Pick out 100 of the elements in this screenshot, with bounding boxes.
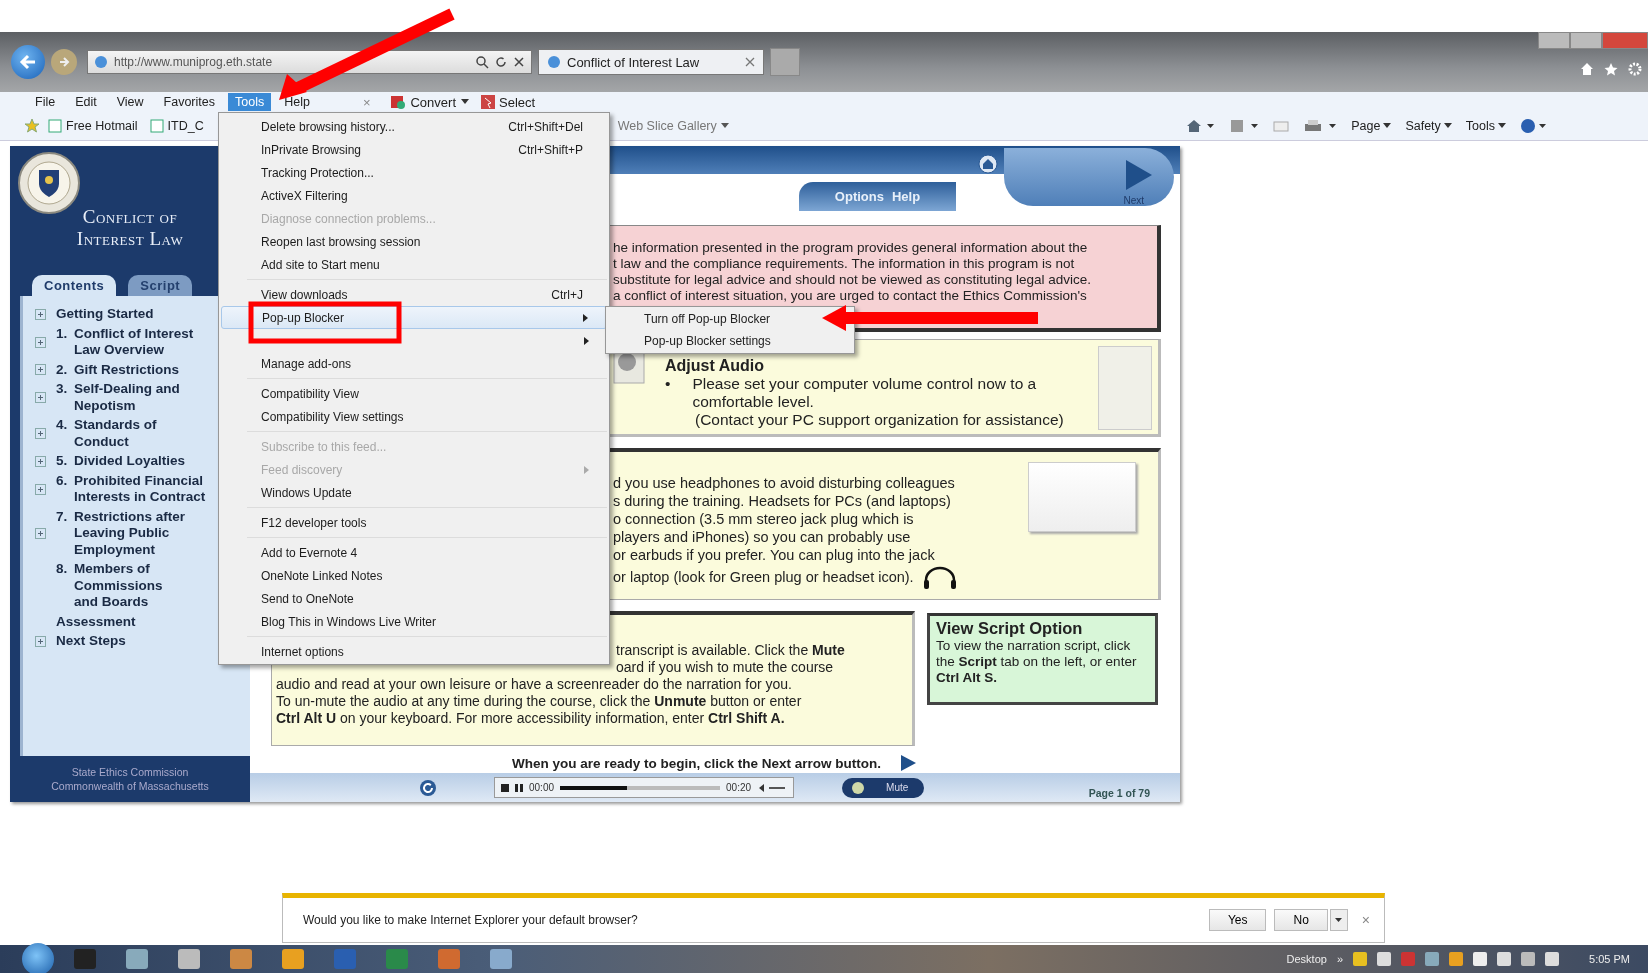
headphones-text: o connection (3.5 mm stereo jack plug which is bbox=[613, 510, 915, 528]
tray-icon[interactable] bbox=[1425, 952, 1440, 966]
close-icon[interactable] bbox=[745, 57, 755, 67]
menu-item[interactable]: Compatibility View settings bbox=[221, 405, 607, 428]
help-icon[interactable] bbox=[1520, 118, 1548, 134]
back-button[interactable] bbox=[11, 45, 45, 79]
star-icon[interactable] bbox=[1604, 62, 1618, 76]
home-icon[interactable] bbox=[978, 154, 998, 174]
expand-icon[interactable] bbox=[35, 364, 46, 376]
close-icon[interactable] bbox=[513, 56, 525, 68]
home-icon[interactable] bbox=[1185, 118, 1216, 134]
arrow-icon bbox=[19, 54, 37, 70]
forward-button[interactable] bbox=[51, 49, 77, 75]
caret-icon[interactable] bbox=[461, 99, 469, 105]
select-button[interactable]: Select bbox=[480, 94, 536, 110]
expand-icon[interactable] bbox=[35, 483, 46, 495]
expand-icon[interactable] bbox=[35, 455, 46, 467]
contents-item[interactable]: Members of Commissions and Boards bbox=[74, 561, 163, 611]
dropdown-button[interactable] bbox=[1329, 909, 1348, 931]
menu-bar-item[interactable]: Tools bbox=[228, 93, 272, 111]
tray-icon[interactable] bbox=[1353, 952, 1368, 966]
contents-item[interactable]: Next Steps bbox=[56, 633, 126, 650]
menu-bar-item[interactable]: File bbox=[28, 93, 63, 111]
volume-icon[interactable] bbox=[757, 782, 788, 793]
contents-item[interactable]: Gift Restrictions bbox=[74, 361, 179, 378]
start-button[interactable] bbox=[22, 943, 54, 973]
tray-icon[interactable] bbox=[1473, 952, 1488, 966]
menu-item[interactable]: Pop-up Blocker settings bbox=[608, 330, 852, 352]
progress-track[interactable] bbox=[560, 785, 721, 790]
mute-button[interactable]: Mute bbox=[842, 777, 925, 798]
command-bar-menu[interactable]: Page bbox=[1351, 119, 1392, 133]
pause-icon[interactable] bbox=[515, 783, 523, 792]
no-button[interactable]: No bbox=[1274, 909, 1328, 931]
menu-item[interactable]: Blog This in Windows Live Writer bbox=[221, 610, 607, 633]
contents-item[interactable]: Standards of Conduct bbox=[74, 417, 157, 450]
tray-icon[interactable] bbox=[1545, 952, 1560, 966]
headphones-text: or laptop (look for Green plug or headset icon). bbox=[613, 564, 1028, 590]
browser-tab[interactable]: Conflict of Interest Law bbox=[538, 49, 764, 75]
expand-icon[interactable] bbox=[35, 336, 46, 348]
menu-item[interactable]: OneNote Linked Notes bbox=[221, 564, 607, 587]
menu-item[interactable]: Add site to Start menu bbox=[221, 253, 607, 276]
menu-item[interactable]: Delete browsing history... Ctrl+Shift+Del bbox=[221, 115, 607, 138]
menu-item[interactable]: Internet options bbox=[221, 640, 607, 663]
menu-item[interactable]: F12 developer tools bbox=[221, 511, 607, 534]
close-button[interactable]: × bbox=[1361, 912, 1370, 928]
contents-item[interactable]: Getting Started bbox=[56, 306, 154, 323]
menu-bar-item[interactable]: Help bbox=[277, 93, 317, 111]
yes-button[interactable]: Yes bbox=[1208, 909, 1267, 931]
tray-icon[interactable] bbox=[1497, 952, 1512, 966]
clock[interactable]: 5:05 PM bbox=[1589, 953, 1630, 965]
contents-item[interactable]: Restrictions after Leaving Public Employment bbox=[74, 508, 186, 558]
stop-icon[interactable] bbox=[501, 783, 509, 792]
print-icon[interactable] bbox=[1303, 118, 1338, 134]
favorites-link[interactable]: Free Hotmail bbox=[48, 119, 138, 133]
headphones-text: players and iPhones) so you can probably use bbox=[613, 528, 912, 546]
favorites-link[interactable]: ITD_C bbox=[149, 119, 204, 133]
menu-bar-item[interactable]: View bbox=[109, 93, 151, 111]
expand-icon[interactable] bbox=[35, 308, 46, 320]
disclaimer-text: he information presented in the program provides general information about the bbox=[613, 240, 1089, 256]
sidebar-tab[interactable]: Script bbox=[128, 275, 193, 296]
expand-icon[interactable] bbox=[35, 527, 46, 539]
desktop-toolbar[interactable]: Desktop bbox=[1286, 953, 1327, 965]
favorites-star-icon[interactable] bbox=[24, 118, 42, 134]
expand-icon[interactable] bbox=[35, 392, 46, 403]
settings-icon[interactable] bbox=[1628, 62, 1642, 76]
menu-item[interactable]: Add to Evernote 4 bbox=[221, 541, 607, 564]
menu-item[interactable]: InPrivate Browsing Ctrl+Shift+P bbox=[221, 138, 607, 161]
contents-item[interactable]: Conflict of Interest Law Overview bbox=[74, 325, 194, 359]
search-icon[interactable] bbox=[475, 55, 489, 69]
sidebar-tab[interactable]: Contents bbox=[32, 275, 117, 296]
contents-item[interactable]: Prohibited Financial Interests in Contract bbox=[74, 472, 206, 506]
command-bar-menu[interactable]: Tools bbox=[1465, 119, 1506, 133]
menu-item[interactable]: Send to OneNote bbox=[221, 587, 607, 610]
menu-item[interactable]: Windows Update bbox=[221, 481, 607, 504]
menu-item[interactable]: Tracking Protection... bbox=[221, 161, 607, 184]
contents-item[interactable]: Divided Loyalties bbox=[74, 453, 186, 470]
web-slice-gallery-link[interactable]: Web Slice Gallery bbox=[617, 119, 729, 133]
refresh-icon[interactable] bbox=[495, 56, 507, 68]
expand-icon[interactable] bbox=[35, 428, 46, 439]
tray-icon[interactable] bbox=[1377, 952, 1392, 966]
contents-item[interactable]: Self-Dealing and Nepotism bbox=[74, 381, 180, 414]
convert-button[interactable]: Convert bbox=[389, 94, 456, 110]
menu-item[interactable]: Reopen last browsing session bbox=[221, 230, 607, 253]
page-icon bbox=[149, 119, 164, 133]
menu-bar-item[interactable]: Favorites bbox=[156, 93, 222, 111]
menu-item[interactable]: Pop-up Blocker bbox=[221, 306, 607, 329]
contents-item[interactable]: Assessment bbox=[56, 613, 136, 630]
menu-item[interactable]: Compatibility View bbox=[221, 382, 607, 405]
tray-icon[interactable] bbox=[1449, 952, 1464, 966]
home-icon[interactable] bbox=[1580, 62, 1594, 76]
tray-icon[interactable] bbox=[1521, 952, 1536, 966]
menu-item[interactable]: ActiveX Filtering bbox=[221, 184, 607, 207]
menu-item[interactable]: View downloads Ctrl+J bbox=[221, 283, 607, 306]
expand-icon[interactable] bbox=[35, 635, 46, 647]
overflow-chevron[interactable]: » bbox=[1336, 953, 1344, 965]
command-bar-menu[interactable]: Safety bbox=[1405, 119, 1452, 133]
menu-item[interactable]: Manage add-ons bbox=[221, 352, 607, 375]
menu-bar-item[interactable]: Edit bbox=[68, 93, 104, 111]
address-bar[interactable]: http://www.muniprog.eth.state bbox=[87, 50, 532, 74]
replay-icon[interactable] bbox=[418, 777, 438, 798]
